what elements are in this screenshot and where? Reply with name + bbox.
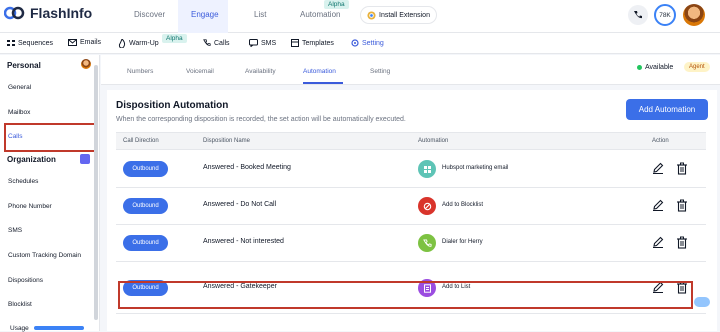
sidebar-item-sms[interactable]: SMS [8, 227, 22, 234]
subnav-sms-label: SMS [261, 39, 277, 47]
subnav-calls[interactable]: Calls [203, 39, 230, 47]
engage-subnav: Sequences Emails Warm-Up Alpha Calls SMS… [0, 33, 720, 54]
header-automation: Automation [418, 138, 449, 144]
topnav-automation[interactable]: Automation [300, 10, 340, 19]
sidebar-item-schedules[interactable]: Schedules [8, 178, 38, 185]
disposition-name: Answered - Not interested [203, 238, 284, 245]
sidebar-scrollbar[interactable] [94, 65, 98, 320]
tab-voicemail[interactable]: Voicemail [186, 68, 214, 75]
direction-badge: Outbound [123, 198, 168, 214]
phone-icon [203, 39, 211, 46]
topnav-engage[interactable]: Engage [191, 10, 219, 19]
help-widget-button[interactable] [694, 297, 710, 307]
subnav-calls-label: Calls [214, 39, 230, 47]
header-action: Action [652, 138, 669, 144]
edit-icon[interactable] [652, 236, 664, 248]
block-icon [418, 197, 436, 215]
settings-sidebar: Personal General Mailbox Calls Organizat… [0, 55, 100, 332]
section-title: Disposition Automation [116, 100, 229, 111]
edit-icon[interactable] [652, 162, 664, 174]
delete-icon[interactable] [676, 199, 688, 212]
role-badge: Agent [684, 62, 710, 72]
organization-section-title: Organization [7, 155, 56, 164]
delete-icon[interactable] [676, 236, 688, 249]
automation-name: Hubspot marketing email [442, 165, 509, 171]
edit-icon[interactable] [652, 199, 664, 211]
gear-icon [351, 39, 359, 47]
subnav-warmup[interactable]: Warm-Up [118, 39, 159, 48]
sidebar-item-blocklist[interactable]: Blocklist [8, 301, 32, 308]
subnav-setting-label: Setting [362, 39, 384, 47]
table-row: Outbound Answered - Booked Meeting Hubsp… [116, 151, 706, 188]
organization-icon [80, 154, 90, 164]
sidebar-item-phone-number[interactable]: Phone Number [8, 203, 52, 210]
add-automation-button[interactable]: Add Automation [626, 99, 708, 120]
top-bar: FlashInfo Discover Engage List Automatio… [0, 0, 720, 33]
availability-status[interactable]: Available [637, 64, 673, 71]
delete-icon[interactable] [676, 162, 688, 175]
sidebar-item-dispositions[interactable]: Dispositions [8, 277, 43, 284]
subnav-sms[interactable]: SMS [249, 39, 276, 47]
phone-button[interactable] [628, 5, 648, 25]
mail-icon [68, 39, 77, 46]
phone-icon [418, 234, 436, 252]
automation-name: Add to Blocklist [442, 202, 484, 208]
section-description: When the corresponding disposition is re… [116, 116, 406, 123]
sequences-icon [7, 40, 15, 46]
template-icon [291, 39, 299, 47]
sidebar-item-general[interactable]: General [8, 84, 31, 91]
brand-name: FlashInfo [30, 5, 93, 21]
direction-badge: Outbound [123, 161, 168, 177]
user-avatar[interactable] [683, 4, 705, 26]
subnav-sequences-label: Sequences [18, 39, 54, 47]
usage-progress-bar [34, 326, 84, 330]
subnav-sequences[interactable]: Sequences [7, 39, 53, 47]
personal-section-title: Personal [7, 61, 41, 70]
credits-indicator[interactable]: 78K [654, 4, 676, 26]
header-call-direction: Call Direction [123, 138, 159, 144]
tab-numbers[interactable]: Numbers [127, 68, 153, 75]
automation-alpha-badge: Alpha [324, 0, 349, 9]
subnav-templates-label: Templates [302, 39, 334, 47]
subnav-setting[interactable]: Setting [351, 39, 384, 47]
direction-badge: Outbound [123, 235, 168, 251]
topnav-discover[interactable]: Discover [134, 10, 165, 19]
table-header: Call Direction Disposition Name Automati… [116, 132, 706, 150]
topnav-list[interactable]: List [254, 10, 266, 19]
calls-highlight-box [4, 123, 96, 152]
subnav-emails-label: Emails [80, 39, 102, 46]
tab-availability[interactable]: Availability [245, 68, 276, 75]
table-row: Outbound Answered - Not interested Diale… [116, 225, 706, 262]
install-extension-label: Install Extension [379, 11, 430, 19]
subnav-emails[interactable]: Emails [68, 39, 101, 46]
automation-name: Dialer for Herry [442, 239, 483, 245]
tab-setting[interactable]: Setting [370, 68, 390, 75]
disposition-name: Answered - Do Not Call [203, 201, 277, 208]
phone-icon [634, 11, 642, 19]
flashinfo-logo-icon [4, 6, 25, 20]
availability-label: Available [645, 64, 674, 71]
chat-icon [249, 39, 258, 47]
disposition-name: Answered - Booked Meeting [203, 164, 291, 171]
tab-automation[interactable]: Automation [303, 68, 336, 75]
install-extension-button[interactable]: Install Extension [360, 6, 437, 24]
brand-logo[interactable]: FlashInfo [4, 5, 92, 21]
hubspot-icon [418, 160, 436, 178]
personal-avatar [81, 59, 91, 69]
sidebar-item-mailbox[interactable]: Mailbox [8, 109, 30, 116]
warmup-alpha-badge: Alpha [162, 34, 187, 43]
chrome-icon [367, 10, 376, 20]
subnav-templates[interactable]: Templates [291, 39, 334, 47]
table-row: Outbound Answered - Do Not Call Add to B… [116, 188, 706, 225]
calls-tabs: Numbers Voicemail Availability Automatio… [101, 55, 720, 85]
subnav-warmup-label: Warm-Up [129, 40, 159, 47]
active-tab-underline [303, 82, 343, 84]
gatekeeper-row-highlight [118, 281, 693, 309]
flame-icon [118, 39, 126, 48]
status-dot-icon [637, 65, 642, 70]
header-disposition-name: Disposition Name [203, 138, 251, 144]
sidebar-item-custom-tracking-domain[interactable]: Custom Tracking Domain [8, 252, 81, 259]
